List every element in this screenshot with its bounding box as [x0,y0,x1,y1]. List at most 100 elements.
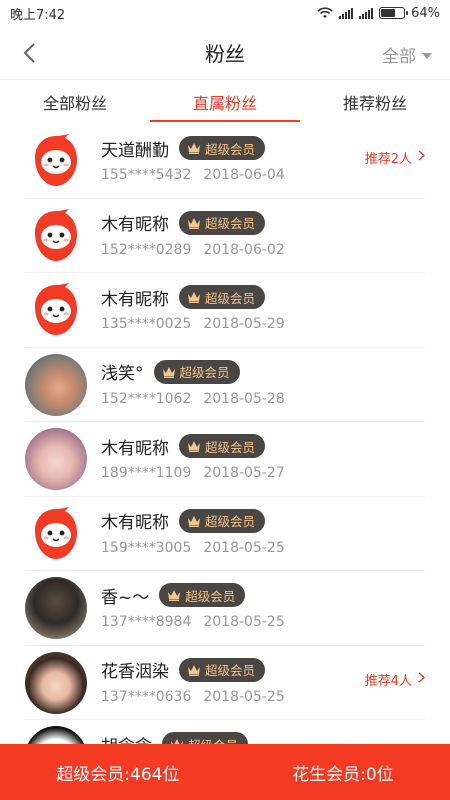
fan-name-line: 香~～ 超级会员 [101,581,285,609]
battery-percent: 64% [411,5,440,21]
crown-icon [187,217,201,229]
avatar [25,502,87,565]
chevron-right-icon [418,671,426,687]
badge-label: 超级会员 [185,588,236,604]
badge-label: 超级会员 [205,290,256,306]
fan-phone: 159****3005 [101,539,192,556]
chevron-right-icon [418,150,426,165]
fan-name-line: 木有昵称 超级会员 [101,507,285,535]
fan-row[interactable]: 胡念念 超级会员 [0,720,450,744]
fan-meta-line: 152****1062 2018-05-28 [101,386,285,412]
fan-name: 木有昵称 [101,438,169,459]
avatar [25,651,87,714]
fan-name: 天道酬勤 [101,140,169,161]
fan-row[interactable]: 香~～ 超级会员 137****8984 2018-05-25 [0,571,450,646]
battery-fill [381,9,396,17]
fan-row[interactable]: 木有昵称 超级会员 159****3005 2018-05-25 [0,497,450,572]
badge-label: 超级会员 [205,514,256,530]
fan-phone: 137****8984 [101,614,192,631]
tab-bar: 全部粉丝 直属粉丝 推荐粉丝 [0,80,450,124]
badge-label: 超级会员 [205,141,256,157]
nav-header: 粉丝 全部 [0,26,450,80]
fan-name: 木有昵称 [101,513,169,534]
crown-icon [187,440,201,453]
avatar [25,726,87,744]
fan-row[interactable]: 木有昵称 超级会员 189****1109 2018-05-27 [0,422,450,497]
super-member-badge: 超级会员 [179,508,266,533]
tab-recommended-fans[interactable]: 推荐粉丝 [300,80,450,124]
peanut-member-count: 花生会员:0位 [292,764,394,785]
fan-join-date: 2018-05-27 [203,465,285,482]
page-title: 粉丝 [205,42,245,66]
fan-info: 木有昵称 超级会员 189****1109 2018-05-27 [101,428,285,490]
chevron-down-icon [422,52,432,59]
fan-name-line: 胡念念 超级会员 [101,730,249,744]
fan-join-date: 2018-06-04 [203,167,285,184]
fan-row[interactable]: 花香洇染 超级会员 137****0636 2018-05-25 推荐4人 [0,646,450,721]
super-member-badge: 超级会员 [179,285,266,310]
fan-phone: 135****0025 [101,316,192,333]
fan-info: 浅笑° 超级会员 152****1062 2018-05-28 [101,354,285,416]
avatar [25,428,87,491]
crown-icon [162,366,176,378]
fan-name-line: 木有昵称 超级会员 [101,283,285,311]
badge-label: 超级会员 [205,216,256,232]
fan-info: 木有昵称 超级会员 159****3005 2018-05-25 [101,503,285,565]
recommend-link[interactable]: 推荐2人 [365,148,426,167]
fan-info: 天道酬勤 超级会员 155****5432 2018-06-04 [101,130,285,192]
avatar [25,130,87,193]
recommend-link[interactable]: 推荐4人 [365,670,426,689]
fan-row[interactable]: 浅笑° 超级会员 152****1062 2018-05-28 [0,348,450,423]
super-member-badge: 超级会员 [179,657,266,682]
filter-label: 全部 [382,47,416,67]
fan-name: 香~～ [101,587,150,608]
fan-name-line: 天道酬勤 超级会员 [101,134,285,162]
avatar [25,204,87,267]
fan-phone: 155****5432 [101,167,192,184]
avatar [25,353,87,416]
crown-icon [187,142,201,155]
badge-label: 超级会员 [179,365,230,381]
fan-list: 天道酬勤 超级会员 155****5432 2018-06-04 推荐2人 木有昵称 超级会… [0,124,450,744]
battery-icon [379,7,409,19]
status-time: 晚上7:42 [10,7,66,23]
fan-meta-line: 155****5432 2018-06-04 [101,162,285,188]
signal-icon [339,7,354,19]
fan-join-date: 2018-05-25 [203,539,285,556]
crown-icon [167,589,181,602]
fan-info: 香~～ 超级会员 137****8984 2018-05-25 [101,577,285,639]
fan-name-line: 浅笑° 超级会员 [101,358,285,386]
fan-info: 花香洇染 超级会员 137****0636 2018-05-25 [101,652,285,714]
back-icon[interactable] [12,36,46,70]
fan-row[interactable]: 天道酬勤 超级会员 155****5432 2018-06-04 推荐2人 [0,124,450,199]
fan-phone: 152****0289 [101,241,192,258]
badge-label: 超级会员 [205,439,256,455]
fan-join-date: 2018-05-25 [203,614,285,631]
tab-direct-fans[interactable]: 直属粉丝 [150,80,300,124]
super-member-badge: 超级会员 [179,136,266,161]
fan-name: 木有昵称 [101,289,169,310]
fan-join-date: 2018-06-02 [203,241,285,258]
fan-phone: 152****1062 [101,390,192,407]
super-member-badge: 超级会员 [159,583,246,608]
fan-meta-line: 135****0025 2018-05-29 [101,311,285,337]
fan-row[interactable]: 木有昵称 超级会员 135****0025 2018-05-29 [0,273,450,348]
fan-name: 木有昵称 [101,215,169,236]
status-bar: 晚上7:42 64% [0,0,450,26]
signal-icon-2 [359,7,374,19]
crown-icon [187,291,201,304]
tab-all-fans[interactable]: 全部粉丝 [0,80,150,124]
fan-join-date: 2018-05-29 [203,316,285,333]
fan-name: 浅笑° [101,364,144,385]
fan-name-line: 木有昵称 超级会员 [101,209,285,237]
fan-name-line: 花香洇染 超级会员 [101,656,285,684]
fan-meta-line: 152****0289 2018-06-02 [101,237,285,263]
fan-name: 胡念念 [101,732,152,744]
badge-label: 超级会员 [205,663,256,679]
super-member-badge: 超级会员 [153,359,240,384]
fan-info: 木有昵称 超级会员 152****0289 2018-06-02 [101,205,285,267]
avatar [25,577,87,640]
filter-dropdown[interactable]: 全部 [382,42,432,67]
avatar [25,279,87,342]
fan-row[interactable]: 木有昵称 超级会员 152****0289 2018-06-02 [0,199,450,274]
